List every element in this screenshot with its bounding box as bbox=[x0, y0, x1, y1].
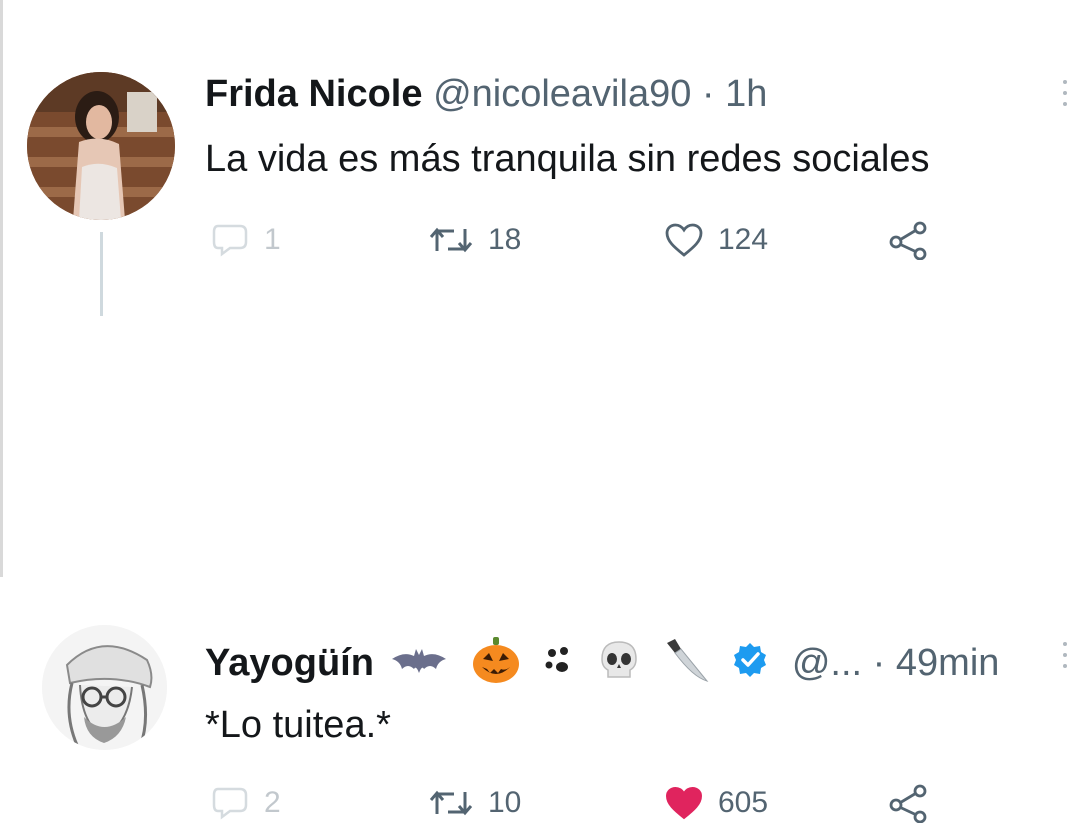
tweet-frida-nicole[interactable]: Frida Nicole @nicoleavila90 · 1h La vida… bbox=[0, 0, 1080, 316]
more-options-icon[interactable] bbox=[1060, 80, 1070, 106]
tweet-header: Yayogüín @... · 49min bbox=[205, 635, 999, 695]
verified-badge-icon bbox=[731, 641, 769, 689]
retweet-count: 18 bbox=[488, 223, 522, 256]
avatar[interactable] bbox=[42, 625, 167, 750]
timestamp[interactable]: 49min bbox=[896, 642, 1000, 684]
tweet-actions: 1 18 124 bbox=[0, 215, 1080, 265]
retweet-button[interactable]: 10 bbox=[428, 778, 521, 828]
skull-icon bbox=[598, 639, 640, 691]
like-count: 124 bbox=[718, 223, 769, 256]
display-name[interactable]: Yayogüín bbox=[205, 642, 374, 684]
timestamp[interactable]: 1h bbox=[725, 73, 767, 115]
reply-count: 1 bbox=[264, 223, 281, 256]
like-button[interactable]: 124 bbox=[664, 215, 768, 265]
reply-button[interactable]: 1 bbox=[210, 215, 281, 265]
bat-icon bbox=[390, 643, 448, 687]
retweet-icon bbox=[429, 790, 473, 816]
share-icon bbox=[889, 221, 927, 260]
handle[interactable]: @... bbox=[792, 642, 862, 684]
paw-prints-icon bbox=[544, 643, 576, 687]
tweet-yayoguin[interactable]: Yayogüín @... · 49min *Lo tuitea.* 2 10 … bbox=[0, 300, 1080, 823]
share-button[interactable] bbox=[886, 215, 930, 265]
display-name[interactable]: Frida Nicole bbox=[205, 73, 423, 115]
name-emojis bbox=[390, 635, 781, 695]
avatar[interactable] bbox=[27, 72, 175, 220]
reply-button[interactable]: 2 bbox=[210, 778, 281, 828]
separator: · bbox=[701, 73, 715, 115]
heart-outline-icon bbox=[665, 223, 703, 257]
share-icon bbox=[889, 784, 927, 823]
separator: · bbox=[872, 642, 886, 685]
retweet-button[interactable]: 18 bbox=[428, 215, 521, 265]
like-button[interactable]: 605 bbox=[664, 778, 768, 828]
avatar-photo-icon bbox=[27, 72, 175, 220]
more-options-icon[interactable] bbox=[1060, 642, 1070, 668]
reply-icon bbox=[212, 787, 248, 820]
tweet-text: *Lo tuitea.* bbox=[205, 704, 391, 746]
knife-icon bbox=[663, 637, 709, 693]
reply-icon bbox=[212, 224, 248, 257]
tweet-text: La vida es más tranquila sin redes socia… bbox=[205, 138, 930, 180]
handle[interactable]: @nicoleavila90 bbox=[433, 73, 691, 115]
tweet-header: Frida Nicole @nicoleavila90 · 1h bbox=[205, 72, 767, 116]
reply-count: 2 bbox=[264, 786, 281, 819]
share-button[interactable] bbox=[886, 778, 930, 828]
tweet-actions: 2 10 605 bbox=[0, 778, 1080, 828]
avatar-sketch-icon bbox=[42, 625, 167, 750]
retweet-count: 10 bbox=[488, 786, 522, 819]
like-count: 605 bbox=[718, 786, 769, 819]
jack-o-lantern-icon bbox=[471, 635, 521, 695]
heart-filled-icon bbox=[665, 786, 703, 820]
retweet-icon bbox=[429, 227, 473, 253]
